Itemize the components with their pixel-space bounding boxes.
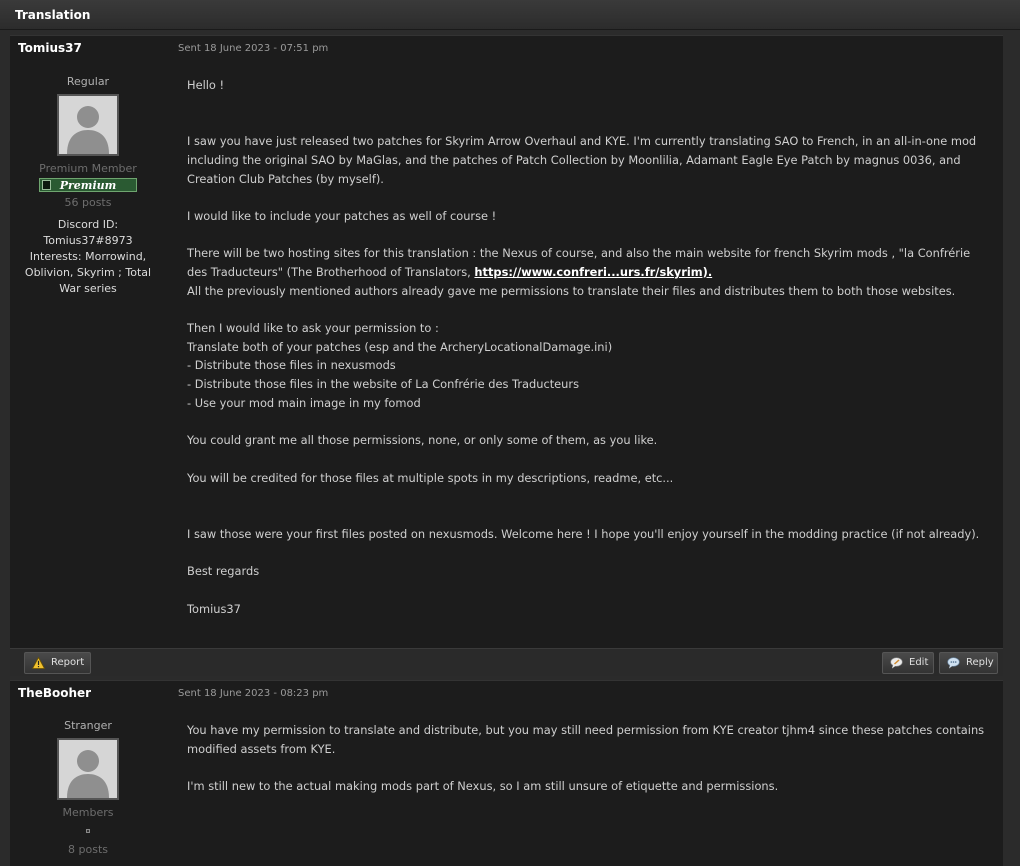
member-group: Members bbox=[62, 806, 114, 819]
message-paragraph: I'm still new to the actual making mods … bbox=[187, 779, 779, 794]
post-count: 8 posts bbox=[68, 843, 108, 856]
reply-label: Reply bbox=[966, 657, 994, 668]
report-label: Report bbox=[51, 657, 85, 668]
message-line: - Distribute those files in nexusmods bbox=[187, 358, 396, 373]
message-line: - Distribute those files in the website … bbox=[187, 377, 580, 392]
member-info: Discord ID: Tomius37#8973 Interests: Mor… bbox=[24, 218, 152, 295]
message-paragraph: You will be credited for those files at … bbox=[187, 470, 674, 485]
message-paragraph: Best regards bbox=[187, 564, 260, 579]
message-paragraph: I saw those were your first files posted… bbox=[187, 526, 980, 541]
member-rank: Regular bbox=[66, 75, 110, 88]
default-avatar-icon bbox=[59, 96, 117, 154]
badge-label: Premium bbox=[59, 179, 117, 192]
message-paragraph: Hello ! bbox=[187, 78, 225, 92]
reply-button[interactable]: Reply bbox=[939, 652, 998, 674]
edit-label: Edit bbox=[909, 657, 929, 668]
report-button[interactable]: Report bbox=[24, 652, 91, 674]
post-count: 56 posts bbox=[64, 196, 112, 209]
member-rank: Stranger bbox=[64, 719, 112, 732]
conversation-title-bar: Translation bbox=[0, 0, 1020, 30]
message-paragraph: I would like to include your patches as … bbox=[187, 208, 497, 223]
sent-timestamp: Sent 18 June 2023 - 08:23 pm bbox=[178, 688, 329, 699]
message-paragraph: You could grant me all those permissions… bbox=[187, 433, 658, 448]
default-avatar-icon bbox=[59, 740, 117, 798]
sent-timestamp: Sent 18 June 2023 - 07:51 pm bbox=[178, 43, 329, 54]
author-name[interactable]: TheBooher bbox=[18, 686, 91, 700]
confrerie-link[interactable]: https://www.confreri...urs.fr/skyrim). bbox=[474, 265, 712, 279]
message-body: Hello ! I saw you have just released two… bbox=[187, 76, 987, 618]
edit-button[interactable]: Edit bbox=[882, 652, 934, 674]
message-paragraph: I saw you have just released two patches… bbox=[187, 134, 977, 186]
group-icon bbox=[86, 829, 90, 833]
author-sidebar: Stranger Members 8 posts bbox=[20, 719, 156, 856]
premium-badge: Premium bbox=[39, 178, 137, 192]
message-body: You have my permission to translate and … bbox=[187, 721, 987, 796]
author-name[interactable]: Tomius37 bbox=[18, 41, 82, 55]
avatar[interactable] bbox=[57, 738, 119, 800]
warning-icon bbox=[32, 657, 45, 669]
conversation-title: Translation bbox=[15, 8, 91, 22]
post-actions-bar: Report Edit Reply bbox=[10, 648, 1003, 676]
message-paragraph: You have my permission to translate and … bbox=[187, 723, 985, 756]
avatar[interactable] bbox=[57, 94, 119, 156]
message-paragraph: Then I would like to ask your permission… bbox=[187, 321, 439, 336]
reply-bubble-icon bbox=[947, 657, 960, 669]
message-paragraph: There will be two hosting sites for this… bbox=[187, 244, 987, 281]
author-sidebar: Regular Premium Member Premium 56 posts … bbox=[20, 75, 156, 297]
message-paragraph: All the previously mentioned authors alr… bbox=[187, 283, 956, 298]
message-paragraph: Tomius37 bbox=[187, 601, 241, 616]
message-line: Translate both of your patches (esp and … bbox=[187, 339, 613, 354]
message-post: TheBooher Sent 18 June 2023 - 08:23 pm S… bbox=[10, 680, 1003, 866]
member-group: Premium Member bbox=[39, 162, 137, 175]
message-line: - Use your mod main image in my fomod bbox=[187, 395, 421, 410]
message-post: Tomius37 Sent 18 June 2023 - 07:51 pm Re… bbox=[10, 35, 1003, 676]
edit-bubble-icon bbox=[890, 657, 903, 669]
